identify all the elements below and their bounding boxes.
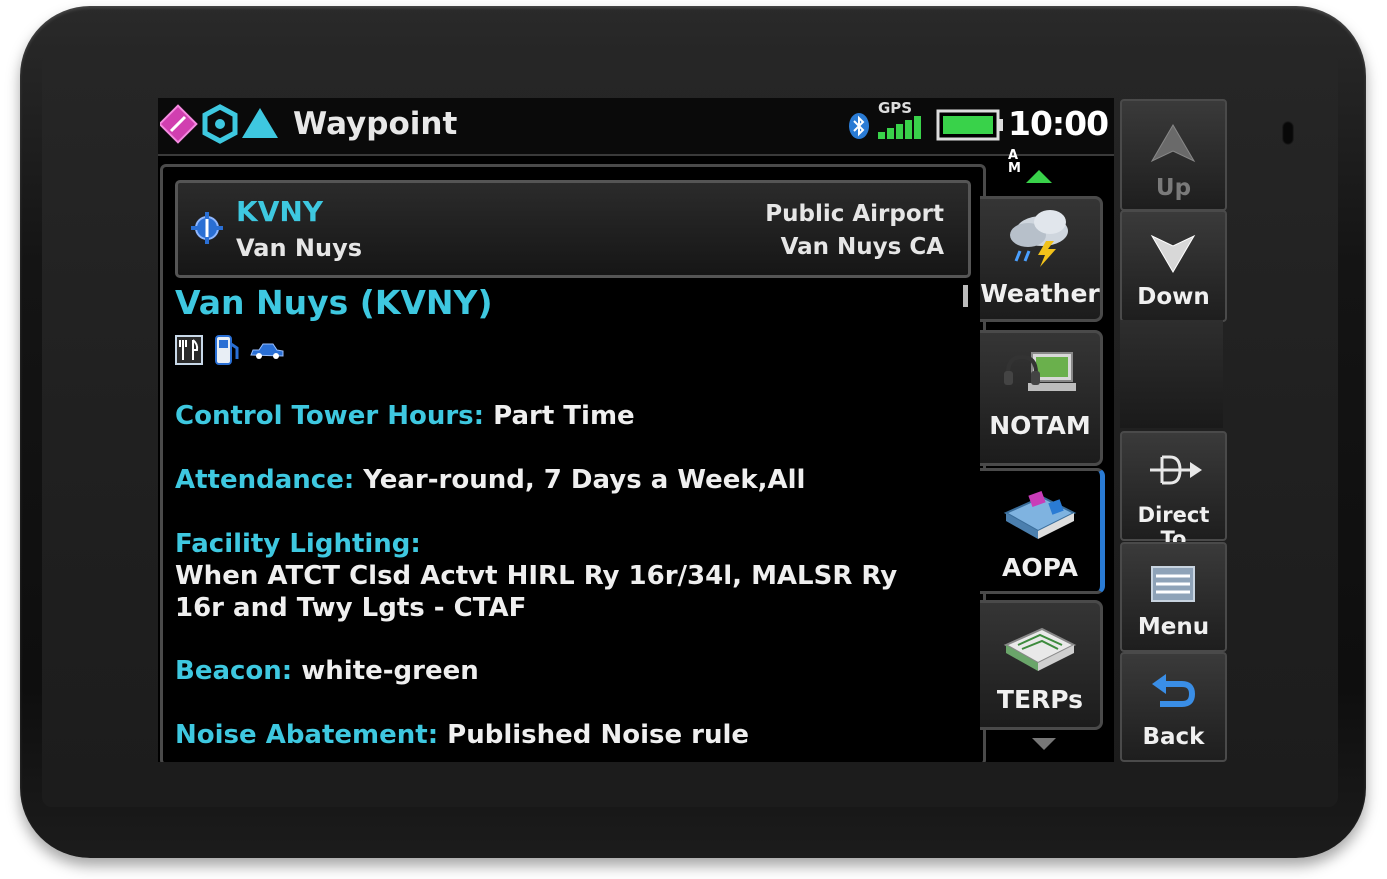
battery-icon	[936, 109, 1003, 141]
light-sensor	[1282, 121, 1294, 145]
tab-notam[interactable]: NOTAM	[980, 330, 1103, 466]
noise-abatement-value: Published Noise rule	[447, 720, 750, 750]
button-spacer	[1120, 320, 1223, 428]
scroll-indicator[interactable]	[963, 285, 968, 307]
airport-type: Public Airport	[765, 201, 944, 227]
clock-time: 10:00	[1008, 104, 1109, 143]
terps-chart-icon	[1003, 627, 1077, 671]
attendance-value: Year-round, 7 Days a Week,All	[363, 465, 806, 495]
menu-button[interactable]: Menu	[1120, 542, 1227, 652]
waypoint-info-panel[interactable]: KVNY Van Nuys Public Airport Van Nuys CA…	[160, 164, 986, 762]
rental-car-icon	[250, 343, 284, 359]
down-button-label: Down	[1137, 284, 1210, 310]
back-button[interactable]: Back	[1120, 652, 1227, 762]
facility-lighting-label: Facility Lighting:	[175, 529, 421, 559]
tab-terps-label: TERPs	[996, 685, 1084, 714]
intersection-icon	[242, 108, 278, 138]
airport-location: Van Nuys CA	[780, 234, 944, 260]
menu-button-label: Menu	[1137, 614, 1210, 640]
attendance-label: Attendance:	[175, 465, 355, 495]
clock-ampm: AM	[1008, 148, 1021, 176]
back-arrow-icon	[1152, 674, 1196, 707]
noise-abatement-label: Noise Abatement:	[175, 720, 439, 750]
down-button[interactable]: Down	[1120, 210, 1227, 322]
beacon-value: white-green	[301, 656, 479, 686]
tab-weather[interactable]: Weather	[980, 196, 1103, 322]
restaurant-icon	[175, 335, 203, 365]
aopa-directory-icon	[1003, 490, 1077, 539]
airport-symbol-icon	[191, 212, 223, 244]
status-bar: Waypoint GPS 10:00A M	[158, 98, 1114, 175]
beacon: Beacon: white-green	[175, 656, 479, 686]
up-button-label: Up	[1155, 175, 1192, 201]
tabs-scroll-down-icon[interactable]	[1032, 738, 1056, 750]
noise-abatement: Noise Abatement: Published Noise rule	[175, 720, 749, 750]
waypoint-header-card[interactable]: KVNY Van Nuys Public Airport Van Nuys CA	[175, 180, 971, 278]
waypoint-city: Van Nuys	[236, 234, 362, 262]
tabs-scroll-up-icon[interactable]	[1026, 170, 1052, 183]
beacon-label: Beacon:	[175, 656, 293, 686]
back-button-label: Back	[1142, 724, 1205, 750]
attendance: Attendance: Year-round, 7 Days a Week,Al…	[175, 465, 805, 495]
up-arrow-icon	[1150, 124, 1196, 163]
clock: 10:00 A M	[1008, 104, 1114, 182]
airport-name: Van Nuys (KVNY)	[175, 283, 493, 322]
direct-to-icon	[1150, 455, 1202, 485]
fuel-pump-icon	[215, 335, 239, 365]
weather-storm-icon	[1010, 210, 1068, 267]
up-button[interactable]: Up	[1120, 99, 1227, 211]
vor-icon	[160, 104, 198, 144]
direct-to-button[interactable]: Direct To	[1120, 431, 1227, 551]
tab-aopa-label: AOPA	[1002, 553, 1078, 582]
notam-icon	[1004, 352, 1076, 391]
down-arrow-icon	[1150, 234, 1196, 273]
bluetooth-icon	[849, 113, 869, 139]
control-tower-hours-label: Control Tower Hours:	[175, 401, 485, 431]
tab-terps[interactable]: TERPs	[980, 600, 1103, 730]
page-title: Waypoint	[293, 106, 458, 142]
waypoint-type-icons	[160, 104, 278, 144]
ndb-icon	[202, 104, 238, 144]
menu-list-icon	[1151, 566, 1195, 602]
waypoint-ident: KVNY	[236, 195, 324, 228]
control-tower-hours: Control Tower Hours: Part Time	[175, 401, 635, 431]
gps-signal-icon	[878, 116, 921, 139]
tab-weather-label: Weather	[980, 279, 1100, 308]
facility-lighting-value-2: 16r and Twy Lgts - CTAF	[175, 593, 527, 623]
facility-lighting-value-1: When ATCT Clsd Actvt HIRL Ry 16r/34l, MA…	[175, 561, 898, 591]
screen: Waypoint GPS 10:00A M KVNY Van Nuys Publ…	[158, 98, 1114, 762]
tab-notam-label: NOTAM	[989, 411, 1091, 440]
control-tower-hours-value: Part Time	[493, 401, 635, 431]
tab-aopa[interactable]: AOPA	[980, 468, 1105, 594]
